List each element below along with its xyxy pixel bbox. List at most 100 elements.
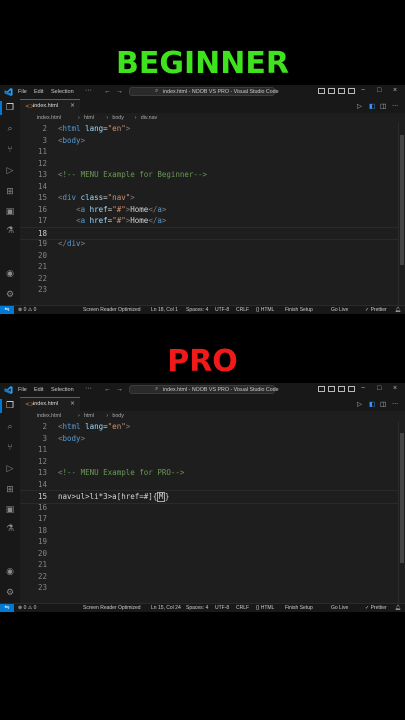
maximize-icon[interactable]: □ bbox=[377, 385, 381, 392]
run-icon[interactable]: ▷ bbox=[357, 400, 362, 408]
extensions-icon[interactable]: ⊞ bbox=[5, 187, 15, 197]
run-icon[interactable]: ▷ bbox=[357, 102, 362, 110]
code-line[interactable]: 14 bbox=[20, 181, 399, 193]
tab-index-html[interactable]: <> index.html × bbox=[20, 397, 80, 411]
back-arrow-icon[interactable]: ← bbox=[104, 88, 111, 95]
cursor-position[interactable]: Ln 18, Col 1 bbox=[151, 307, 178, 313]
notifications-bell-icon[interactable]: 🔔︎ bbox=[395, 307, 401, 313]
more-menu-icon[interactable]: ··· bbox=[85, 385, 92, 392]
code-line[interactable]: 14 bbox=[20, 479, 399, 491]
code-text[interactable]: <!-- MENU Example for Beginner--> bbox=[58, 169, 207, 181]
breadcrumb-item[interactable]: index.html bbox=[37, 115, 61, 121]
menu-edit[interactable]: Edit bbox=[34, 89, 43, 95]
search-icon[interactable]: ⌕ bbox=[5, 124, 15, 134]
panel-toggle-icon[interactable] bbox=[328, 386, 335, 392]
remote-explorer-icon[interactable]: ▣ bbox=[5, 207, 15, 217]
code-line[interactable]: 23 bbox=[20, 582, 399, 594]
code-line[interactable]: 13 <!-- MENU Example for Beginner--> bbox=[20, 169, 399, 181]
breadcrumb-item[interactable]: div.nav bbox=[141, 115, 157, 121]
sidebar-toggle-icon[interactable] bbox=[338, 88, 345, 94]
menu-file[interactable]: File bbox=[18, 387, 27, 393]
code-line[interactable]: 21 bbox=[20, 559, 399, 571]
prettier-status[interactable]: ✓ Prettier bbox=[365, 605, 387, 611]
layout-toggle-icon[interactable] bbox=[318, 386, 325, 392]
editor-scrollbar[interactable] bbox=[398, 123, 405, 305]
source-control-icon[interactable]: ⑂ bbox=[5, 145, 15, 155]
menu-file[interactable]: File bbox=[18, 89, 27, 95]
encoding[interactable]: UTF-8 bbox=[215, 605, 229, 611]
code-text[interactable]: <a href="#">Home</a> bbox=[58, 204, 166, 216]
more-actions-icon[interactable]: ··· bbox=[392, 102, 398, 110]
menu-selection[interactable]: Selection bbox=[51, 387, 74, 393]
minimize-icon[interactable]: − bbox=[361, 87, 365, 94]
account-icon[interactable]: ◉ bbox=[5, 269, 15, 279]
cursor-position[interactable]: Ln 15, Col 24 bbox=[151, 605, 181, 611]
forward-arrow-icon[interactable]: → bbox=[116, 386, 123, 393]
code-editor[interactable]: 2 <html lang="en"> 3 <body> 11 12 13 <!-- MENU … bbox=[20, 421, 399, 603]
scrollbar-thumb[interactable] bbox=[400, 135, 404, 265]
prettier-status[interactable]: ✓ Prettier bbox=[365, 307, 387, 313]
code-line[interactable]: 16 <a href="#">Home</a> bbox=[20, 204, 399, 216]
go-live-run-icon[interactable]: ◧ bbox=[369, 400, 375, 408]
go-live-button[interactable]: Go Live bbox=[331, 307, 348, 313]
editor-scrollbar[interactable] bbox=[398, 421, 405, 603]
customize-layout-icon[interactable] bbox=[348, 88, 355, 94]
close-tab-icon[interactable]: × bbox=[70, 400, 75, 407]
code-line[interactable]: 2 <html lang="en"> bbox=[20, 123, 399, 135]
breadcrumb-item[interactable]: body bbox=[112, 115, 124, 121]
language-mode[interactable]: {} HTML bbox=[256, 307, 274, 313]
code-line[interactable]: 22 bbox=[20, 571, 399, 583]
code-text[interactable]: <a href="#">Home</a> bbox=[58, 215, 166, 227]
problems-count[interactable]: ⊗ 0 ⚠ 0 bbox=[18, 605, 36, 611]
forward-arrow-icon[interactable]: → bbox=[116, 88, 123, 95]
go-live-run-icon[interactable]: ◧ bbox=[369, 102, 375, 110]
code-line[interactable]: 23 bbox=[20, 284, 399, 296]
problems-count[interactable]: ⊗ 0 ⚠ 0 bbox=[18, 307, 36, 313]
close-window-icon[interactable]: × bbox=[393, 87, 397, 94]
code-line[interactable]: 13 <!-- MENU Example for PRO--> bbox=[20, 467, 399, 479]
code-editor[interactable]: 2 <html lang="en"> 3 <body> 11 12 13 <!-- MENU … bbox=[20, 123, 399, 305]
testing-icon[interactable]: ⚗ bbox=[5, 524, 15, 534]
close-window-icon[interactable]: × bbox=[393, 385, 397, 392]
code-text[interactable]: <body> bbox=[58, 135, 85, 147]
screen-reader-status[interactable]: Screen Reader Optimized bbox=[83, 605, 141, 611]
code-line[interactable]: 19 </div> bbox=[20, 238, 399, 250]
go-live-button[interactable]: Go Live bbox=[331, 605, 348, 611]
command-center-search[interactable]: ⌕ index.html - NOOB VS PRO - Visual Stud… bbox=[129, 385, 279, 394]
indentation[interactable]: Spaces: 4 bbox=[186, 605, 208, 611]
split-editor-icon[interactable]: ◫ bbox=[380, 400, 386, 408]
encoding[interactable]: UTF-8 bbox=[215, 307, 229, 313]
code-line[interactable]: 2 <html lang="en"> bbox=[20, 421, 399, 433]
scrollbar-thumb[interactable] bbox=[400, 433, 404, 563]
code-line[interactable]: 17 bbox=[20, 513, 399, 525]
minimize-icon[interactable]: − bbox=[361, 385, 365, 392]
more-menu-icon[interactable]: ··· bbox=[85, 87, 92, 94]
tab-index-html[interactable]: <> index.html × bbox=[20, 99, 80, 113]
code-line[interactable]: 3 <body> bbox=[20, 135, 399, 147]
code-text[interactable]: </div> bbox=[58, 238, 85, 250]
code-line[interactable]: 22 bbox=[20, 273, 399, 285]
menu-edit[interactable]: Edit bbox=[34, 387, 43, 393]
more-actions-icon[interactable]: ··· bbox=[392, 400, 398, 408]
finish-setup[interactable]: Finish Setup bbox=[285, 307, 313, 313]
run-debug-icon[interactable]: ▷ bbox=[5, 166, 15, 176]
run-debug-icon[interactable]: ▷ bbox=[5, 464, 15, 474]
code-line[interactable]: 17 <a href="#">Home</a> bbox=[20, 215, 399, 227]
extensions-icon[interactable]: ⊞ bbox=[5, 485, 15, 495]
remote-indicator-icon[interactable]: ⇋ bbox=[0, 306, 14, 314]
split-editor-icon[interactable]: ◫ bbox=[380, 102, 386, 110]
gear-icon[interactable]: ⚙ bbox=[5, 290, 15, 300]
panel-toggle-icon[interactable] bbox=[328, 88, 335, 94]
customize-layout-icon[interactable] bbox=[348, 386, 355, 392]
command-center-search[interactable]: ⌕ index.html - NOOB VS PRO - Visual Stud… bbox=[129, 87, 279, 96]
line-endings[interactable]: CRLF bbox=[236, 605, 249, 611]
code-line[interactable]: 20 bbox=[20, 250, 399, 262]
notifications-bell-icon[interactable]: 🔔︎ bbox=[395, 605, 401, 611]
breadcrumb-item[interactable]: html bbox=[84, 413, 94, 419]
code-text[interactable]: <body> bbox=[58, 433, 85, 445]
testing-icon[interactable]: ⚗ bbox=[5, 226, 15, 236]
code-line[interactable]: 11 bbox=[20, 444, 399, 456]
account-icon[interactable]: ◉ bbox=[5, 567, 15, 577]
layout-toggle-icon[interactable] bbox=[318, 88, 325, 94]
sidebar-toggle-icon[interactable] bbox=[338, 386, 345, 392]
